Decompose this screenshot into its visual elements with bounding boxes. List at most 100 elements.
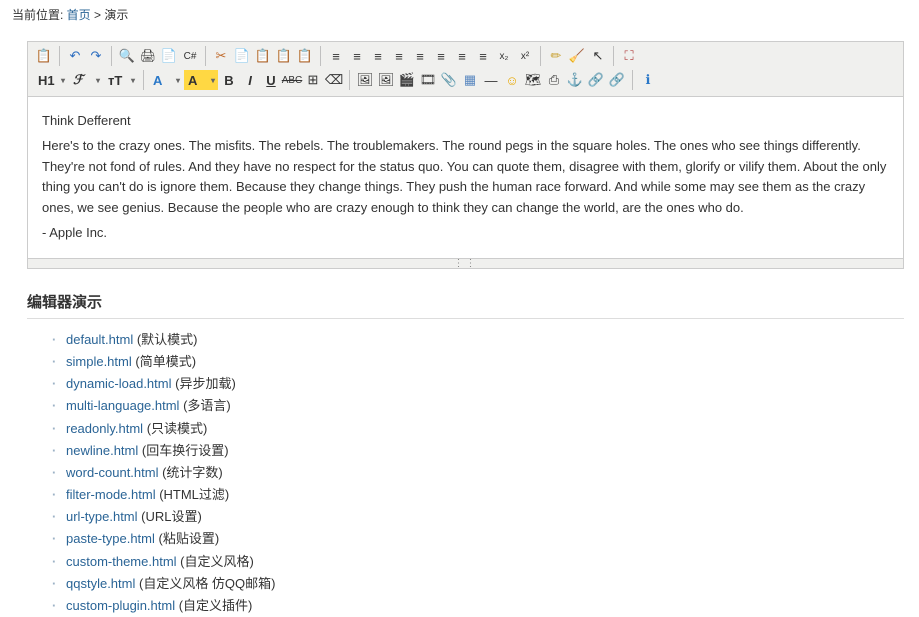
demo-desc: (粘贴设置) xyxy=(155,531,219,546)
pagebreak-icon[interactable]: ⎙ xyxy=(544,70,564,90)
demo-link[interactable]: readonly.html xyxy=(66,421,143,436)
section-title: 编辑器演示 xyxy=(27,291,904,319)
demo-desc: (URL设置) xyxy=(138,509,202,524)
about-icon[interactable]: ℹ xyxy=(638,70,658,90)
demo-link[interactable]: qqstyle.html xyxy=(66,576,135,591)
outdent-icon[interactable]: ≡ xyxy=(452,46,472,66)
subscript-icon[interactable]: x₂ xyxy=(494,46,514,66)
demo-link[interactable]: multi-language.html xyxy=(66,398,179,413)
strike-icon[interactable]: ABC xyxy=(282,70,302,90)
emoji-icon[interactable]: ☺ xyxy=(502,70,522,90)
editor-signature: - Apple Inc. xyxy=(42,223,889,244)
bgcolor-dropdown[interactable]: A xyxy=(184,70,218,90)
breadcrumb-prefix: 当前位置: xyxy=(12,8,67,22)
demo-desc: (只读模式) xyxy=(143,421,207,436)
list-item: custom-plugin.html (自定义插件) xyxy=(52,595,904,617)
underline-icon[interactable]: U xyxy=(261,70,281,90)
source-icon[interactable]: 📋 xyxy=(34,46,54,66)
demo-link[interactable]: paste-type.html xyxy=(66,531,155,546)
justify-icon[interactable]: ≡ xyxy=(389,46,409,66)
demo-link[interactable]: newline.html xyxy=(66,443,138,458)
list-ol-icon[interactable]: ≡ xyxy=(410,46,430,66)
breadcrumb-home-link[interactable]: 首页 xyxy=(67,8,91,22)
demo-link[interactable]: simple.html xyxy=(66,354,132,369)
demo-link[interactable]: default.html xyxy=(66,332,133,347)
template-icon[interactable]: 📄 xyxy=(159,46,179,66)
editor-toolbar: 📋↶↷🔍🖨📄C#✂📄📋📋📋≡≡≡≡≡≡≡≡x₂x²✏🧹↖⛶ H1ℱᴛTAABIU… xyxy=(28,42,903,97)
media-icon[interactable]: 🎞 xyxy=(418,70,438,90)
anchor-icon[interactable]: ⚓ xyxy=(565,70,585,90)
demo-desc: (自定义插件) xyxy=(175,598,252,613)
align-right-icon[interactable]: ≡ xyxy=(368,46,388,66)
toolbar-separator xyxy=(111,46,112,66)
demo-desc: (自定义风格) xyxy=(177,554,254,569)
copy-icon[interactable]: 📄 xyxy=(232,46,252,66)
paste-text-icon[interactable]: 📋 xyxy=(274,46,294,66)
toolbar-separator xyxy=(632,70,633,90)
editor-content: Here's to the crazy ones. The misfits. T… xyxy=(42,136,889,219)
list-item: url-type.html (URL设置) xyxy=(52,506,904,528)
list-item: simple.html (简单模式) xyxy=(52,351,904,373)
print-icon[interactable]: 🖨 xyxy=(138,46,158,66)
hr-icon[interactable]: — xyxy=(481,70,501,90)
multiimage-icon[interactable]: 🖼 xyxy=(376,70,396,90)
select-icon[interactable]: ↖ xyxy=(588,46,608,66)
list-item: newline.html (回车换行设置) xyxy=(52,440,904,462)
demo-link[interactable]: custom-plugin.html xyxy=(66,598,175,613)
demo-link[interactable]: custom-theme.html xyxy=(66,554,177,569)
list-item: readonly.html (只读模式) xyxy=(52,418,904,440)
undo-icon[interactable]: ↶ xyxy=(65,46,85,66)
redo-icon[interactable]: ↷ xyxy=(86,46,106,66)
list-item: filter-mode.html (HTML过滤) xyxy=(52,484,904,506)
list-ul-icon[interactable]: ≡ xyxy=(431,46,451,66)
indent-icon[interactable]: ≡ xyxy=(473,46,493,66)
toolbar-separator xyxy=(349,70,350,90)
border-icon[interactable]: ⊞ xyxy=(303,70,323,90)
superscript-icon[interactable]: x² xyxy=(515,46,535,66)
demo-link[interactable]: word-count.html xyxy=(66,465,158,480)
heading-dropdown[interactable]: H1 xyxy=(34,70,68,90)
fontsize-dropdown[interactable]: ᴛT xyxy=(104,70,138,90)
editor-title: Think Defferent xyxy=(42,113,131,128)
demo-desc: (默认模式) xyxy=(133,332,197,347)
demo-desc: (回车换行设置) xyxy=(138,443,228,458)
demo-link[interactable]: url-type.html xyxy=(66,509,138,524)
image-icon[interactable]: 🖼 xyxy=(355,70,375,90)
link-icon[interactable]: 🔗 xyxy=(586,70,606,90)
preview-icon[interactable]: 🔍 xyxy=(117,46,137,66)
demo-link[interactable]: dynamic-load.html xyxy=(66,376,172,391)
paste-word-icon[interactable]: 📋 xyxy=(295,46,315,66)
eyedrop-icon[interactable]: ✏ xyxy=(546,46,566,66)
paste-icon[interactable]: 📋 xyxy=(253,46,273,66)
textcolor-dropdown[interactable]: A xyxy=(149,70,183,90)
toolbar-separator xyxy=(205,46,206,66)
erase-icon[interactable]: 🧹 xyxy=(567,46,587,66)
align-left-icon[interactable]: ≡ xyxy=(326,46,346,66)
table-icon[interactable]: ▦ xyxy=(460,70,480,90)
bold-icon[interactable]: B xyxy=(219,70,239,90)
breadcrumb-current: 演示 xyxy=(104,8,128,22)
italic-icon[interactable]: I xyxy=(240,70,260,90)
list-item: multi-language.html (多语言) xyxy=(52,395,904,417)
demo-link[interactable]: filter-mode.html xyxy=(66,487,156,502)
demo-desc: (简单模式) xyxy=(132,354,196,369)
list-item: default.html (默认模式) xyxy=(52,329,904,351)
demo-desc: (统计字数) xyxy=(158,465,222,480)
fullscreen-icon[interactable]: ⛶ xyxy=(619,46,639,66)
cut-icon[interactable]: ✂ xyxy=(211,46,231,66)
unlink-icon[interactable]: 🔗 xyxy=(607,70,627,90)
toolbar-separator xyxy=(59,46,60,66)
file-icon[interactable]: 📎 xyxy=(439,70,459,90)
align-center-icon[interactable]: ≡ xyxy=(347,46,367,66)
toolbar-separator xyxy=(143,70,144,90)
list-item: word-count.html (统计字数) xyxy=(52,462,904,484)
code-icon[interactable]: C# xyxy=(180,46,200,66)
toolbar-separator xyxy=(320,46,321,66)
editor-resize-handle[interactable]: ⋮⋮ xyxy=(28,258,903,268)
flash-icon[interactable]: 🎬 xyxy=(397,70,417,90)
editor-body[interactable]: Think Defferent Here's to the crazy ones… xyxy=(28,97,903,258)
list-item: paste-type.html (粘贴设置) xyxy=(52,528,904,550)
fontname-dropdown[interactable]: ℱ xyxy=(69,70,103,90)
map-icon[interactable]: 🗺 xyxy=(523,70,543,90)
clearformat-icon[interactable]: ⌫ xyxy=(324,70,344,90)
